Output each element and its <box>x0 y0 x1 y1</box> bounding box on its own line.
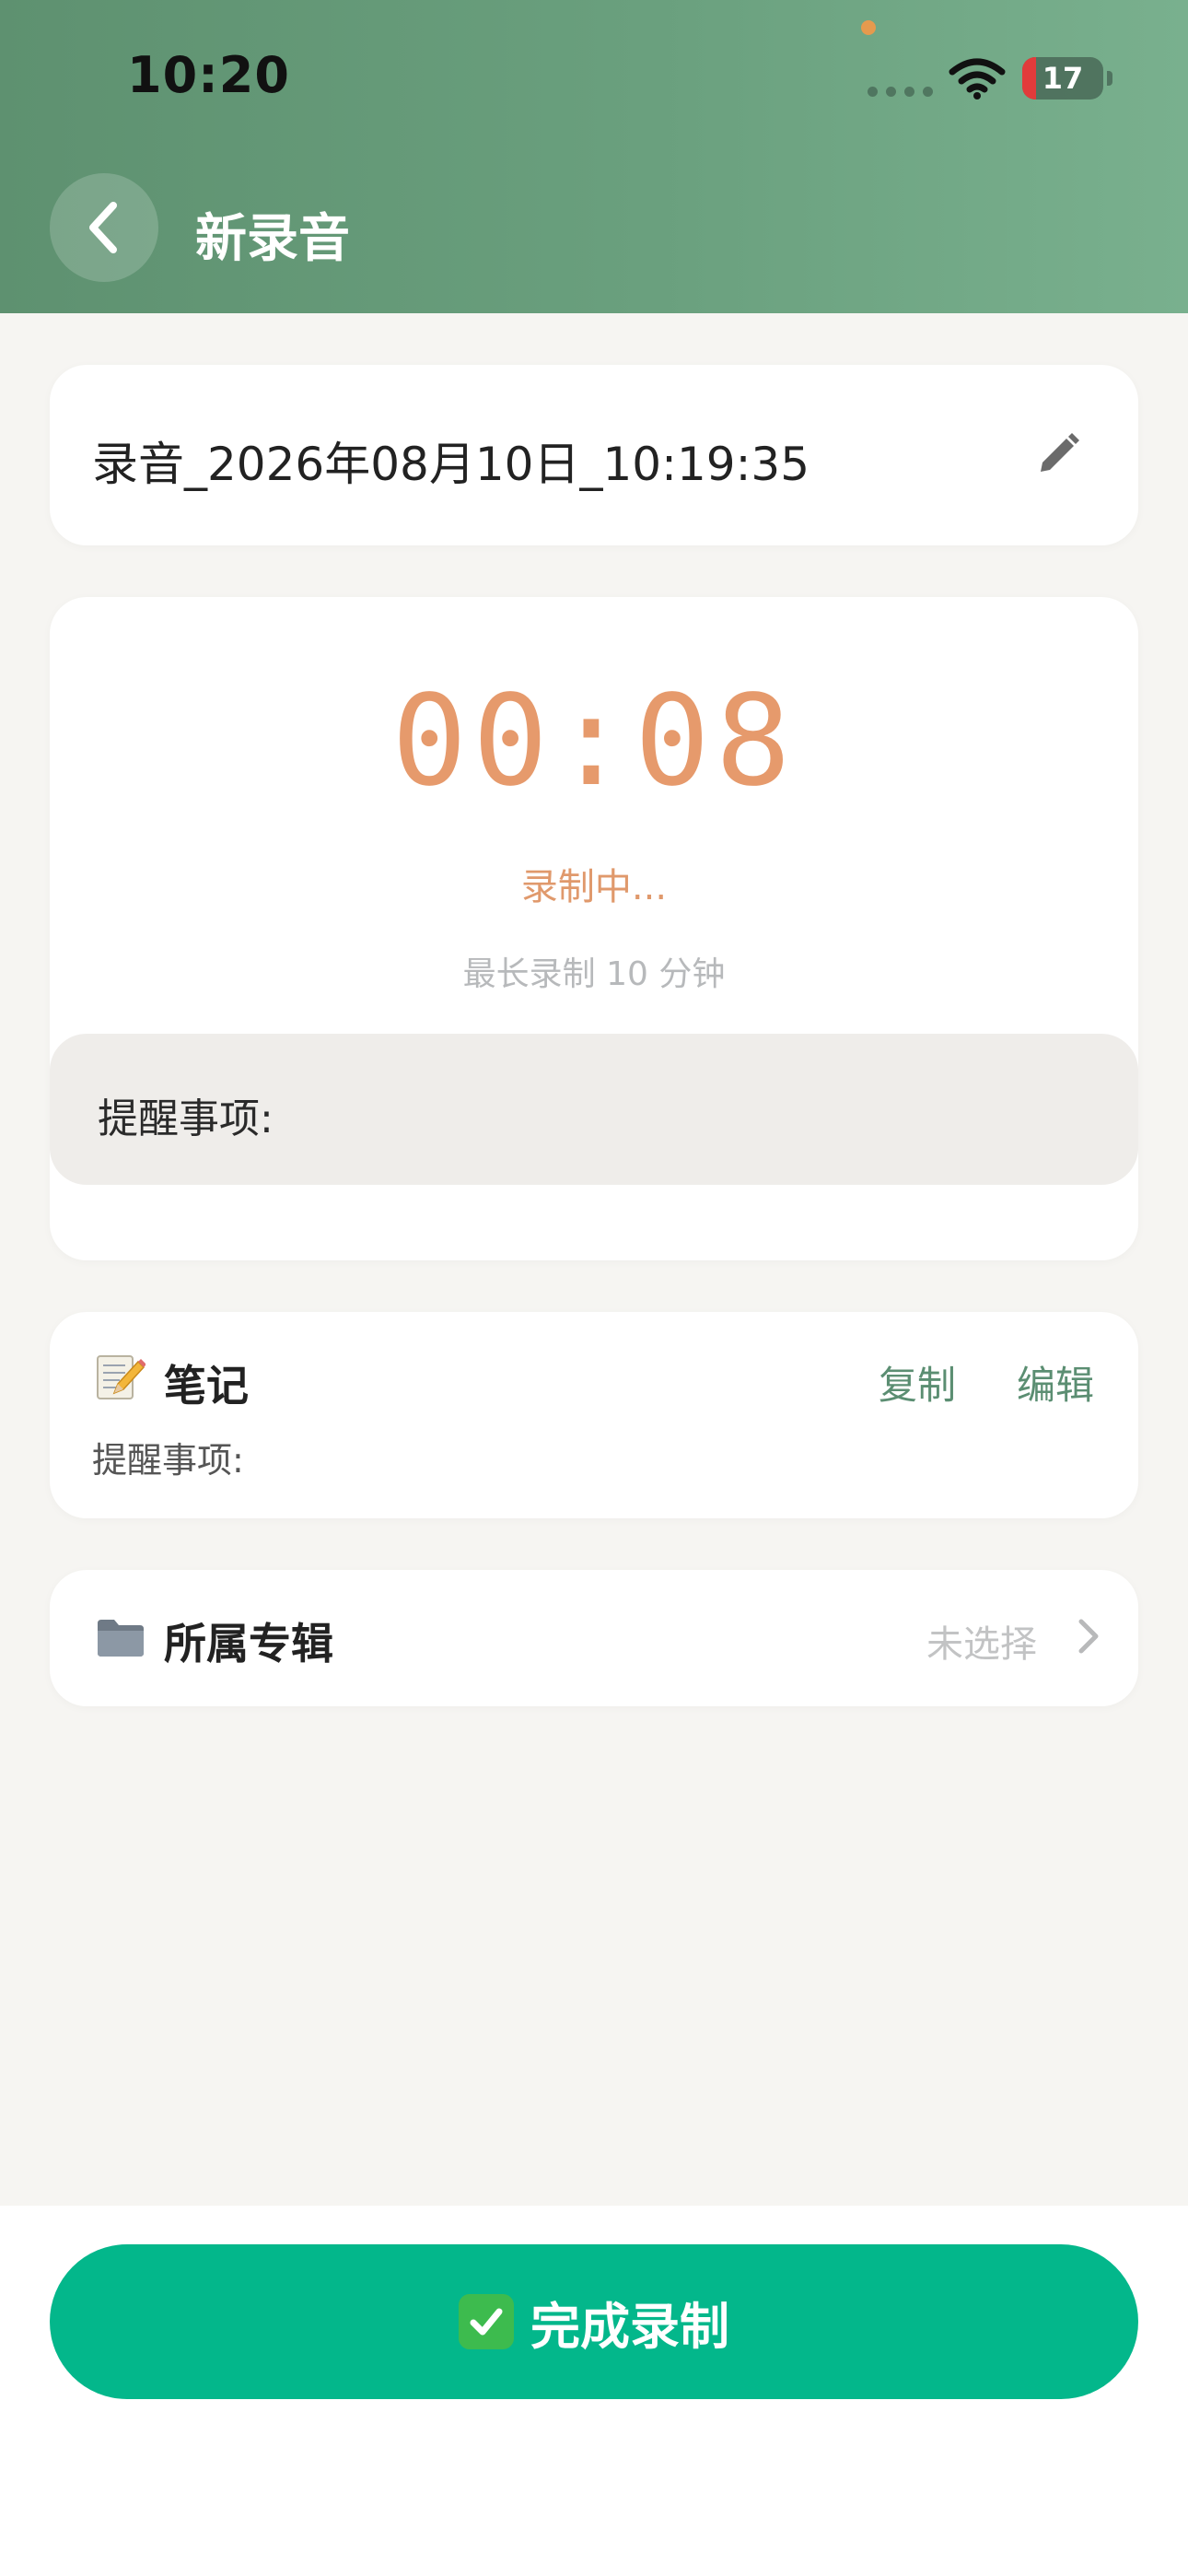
album-title: 所属专辑 <box>164 1619 333 1669</box>
copy-button[interactable]: 复制 <box>879 1354 956 1411</box>
recording-name: 录音_2026年08月10日_10:19:35 <box>92 438 810 491</box>
privacy-indicator-dot <box>861 20 876 35</box>
finish-recording-button[interactable]: 完成录制 <box>50 2244 1138 2399</box>
notes-card: 笔记 复制 编辑 提醒事项: <box>50 1312 1138 1518</box>
back-button[interactable] <box>50 173 158 282</box>
page-title: 新录音 <box>195 209 350 269</box>
recording-timer-card: 00:08 录制中... 最长录制 10 分钟 提醒事项: <box>50 597 1138 1260</box>
battery-icon: 17 <box>1022 57 1103 100</box>
status-bar-time: 10:20 <box>127 46 290 104</box>
reminder-input[interactable]: 提醒事项: <box>50 1034 1138 1185</box>
edit-notes-button[interactable]: 编辑 <box>1017 1354 1094 1411</box>
header-bar: 10:20 17 新录音 <box>0 0 1188 313</box>
max-duration-hint: 最长录制 10 分钟 <box>462 955 726 993</box>
album-selector-row[interactable]: 所属专辑 未选择 <box>50 1570 1138 1706</box>
battery-cap <box>1107 71 1112 86</box>
notes-title: 笔记 <box>164 1361 249 1411</box>
cellular-signal-icon <box>868 87 933 97</box>
wifi-icon <box>949 58 1006 100</box>
album-value: 未选择 <box>926 1623 1037 1666</box>
battery-level-text: 17 <box>1042 61 1084 96</box>
chevron-left-icon <box>89 202 117 253</box>
recording-timer: 00:08 <box>391 669 797 814</box>
bottom-action-bar: 完成录制 <box>0 2206 1188 2576</box>
notes-content: 提醒事项: <box>92 1440 244 1481</box>
finish-recording-label: 完成录制 <box>530 2297 729 2356</box>
pencil-icon[interactable] <box>1031 429 1083 481</box>
chevron-right-icon <box>1078 1619 1099 1654</box>
reminder-label: 提醒事项: <box>98 1095 274 1142</box>
memo-emoji-icon <box>97 1355 146 1399</box>
recording-name-card: 录音_2026年08月10日_10:19:35 <box>50 365 1138 545</box>
check-mark-button-icon <box>459 2294 514 2349</box>
recording-status: 录制中... <box>520 866 668 908</box>
folder-icon <box>98 1620 144 1657</box>
